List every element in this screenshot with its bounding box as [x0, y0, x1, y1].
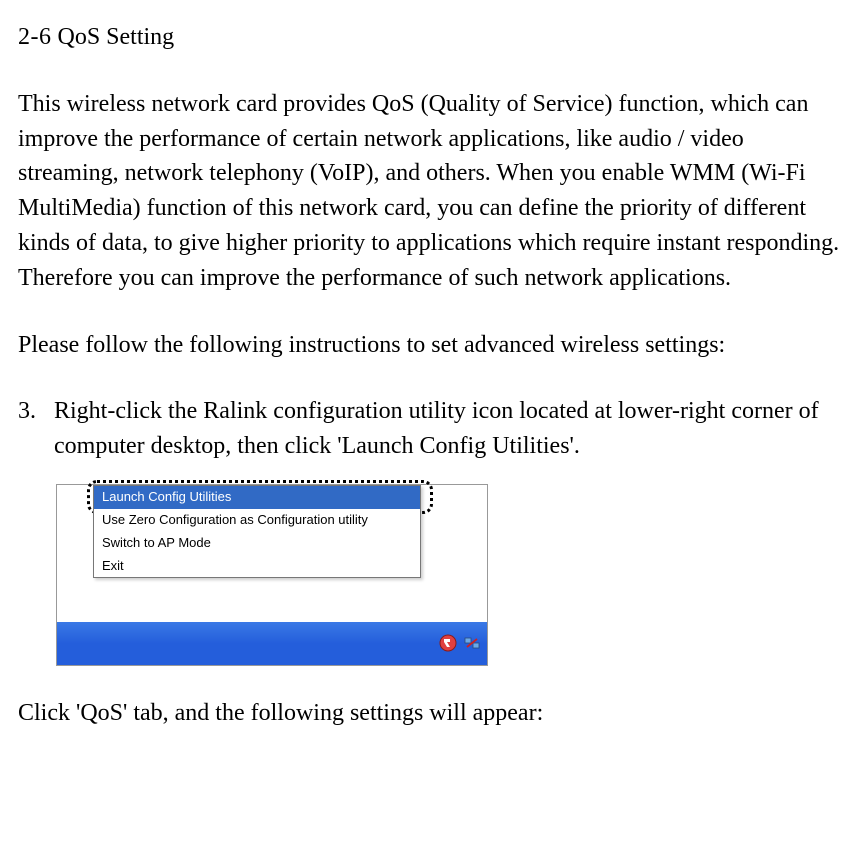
context-menu: Launch Config Utilities Use Zero Configu… [93, 485, 421, 578]
list-text: Right-click the Ralink configuration uti… [54, 394, 843, 464]
screenshot-container: Launch Config Utilities Use Zero Configu… [56, 484, 843, 666]
list-number: 3. [18, 394, 54, 464]
heading-number: 2-6 [18, 24, 52, 50]
screenshot-figure: Launch Config Utilities Use Zero Configu… [56, 484, 488, 666]
menu-item-switch-ap[interactable]: Switch to AP Mode [94, 532, 420, 555]
heading-title: QoS Setting [58, 24, 175, 50]
menu-item-launch-config[interactable]: Launch Config Utilities [94, 486, 420, 509]
paragraph-instructions: Please follow the following instructions… [18, 328, 843, 363]
paragraph-qos-tab: Click 'QoS' tab, and the following setti… [18, 696, 843, 731]
paragraph-intro: This wireless network card provides QoS … [18, 87, 843, 296]
ralink-tray-icon[interactable] [439, 634, 457, 652]
menu-item-exit[interactable]: Exit [94, 555, 420, 578]
network-tray-icon[interactable] [463, 634, 481, 652]
taskbar [57, 622, 487, 665]
list-item-3: 3. Right-click the Ralink configuration … [18, 394, 843, 464]
section-heading: 2-6 QoS Setting [18, 20, 843, 55]
menu-item-zero-config[interactable]: Use Zero Configuration as Configuration … [94, 509, 420, 532]
